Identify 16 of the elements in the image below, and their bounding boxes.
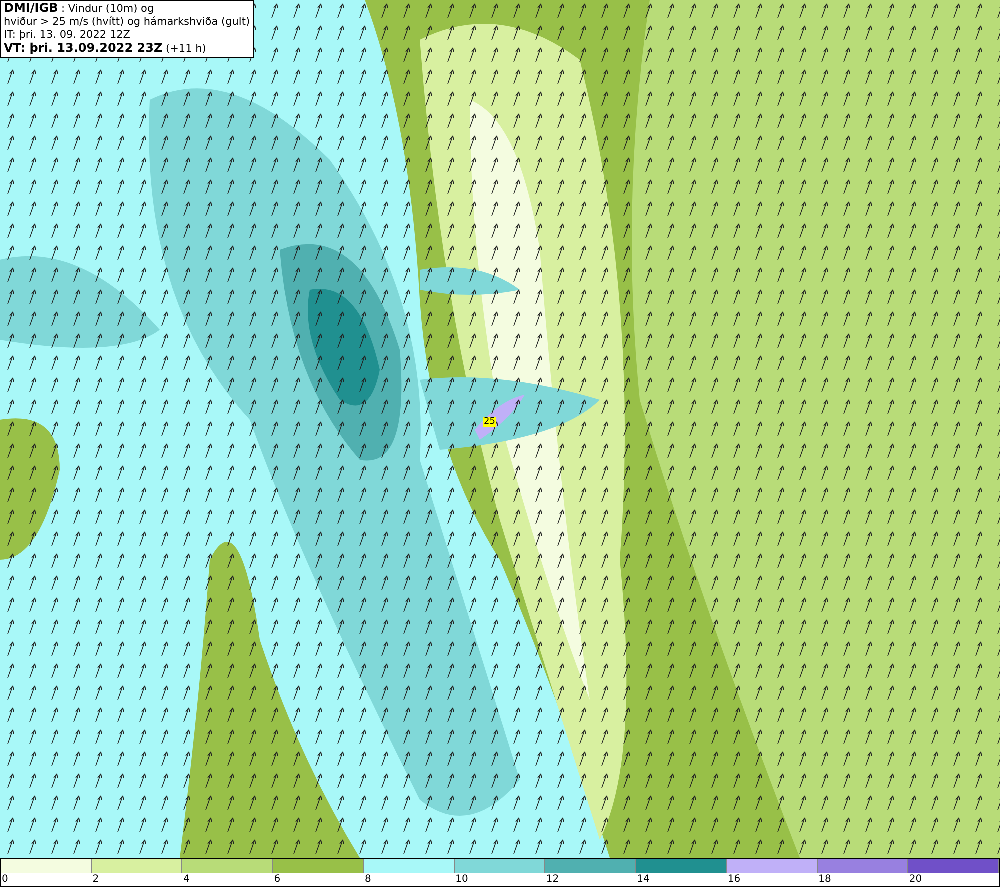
scale-tick-label: 10 (454, 872, 470, 886)
info-line: hviður > 25 m/s (hvítt) og hámarkshviða (gult) (4, 16, 250, 29)
scale-tick-label: 4 (182, 872, 191, 886)
scale-tick-label: 2 (92, 872, 100, 886)
scale-tick-label: 18 (818, 872, 832, 886)
info-line: IT: þri. 13. 09. 2022 12Z (4, 29, 132, 42)
info-line: DMI/IGB : Vindur (10m) og (4, 2, 156, 16)
scale-tick-label: 20 (908, 872, 924, 886)
scale-tick-label: 8 (364, 872, 372, 886)
gust-value-label: 25 (483, 417, 496, 427)
scale-tick-label: 0 (1, 872, 10, 886)
scale-tick-label: 12 (545, 872, 560, 886)
scale-tick-label: 16 (726, 872, 742, 886)
scale-tick-label: 6 (273, 872, 282, 886)
info-line: VT: þri. 13.09.2022 23Z (+11 h) (4, 42, 208, 56)
scale-tick-label: 14 (636, 872, 651, 886)
